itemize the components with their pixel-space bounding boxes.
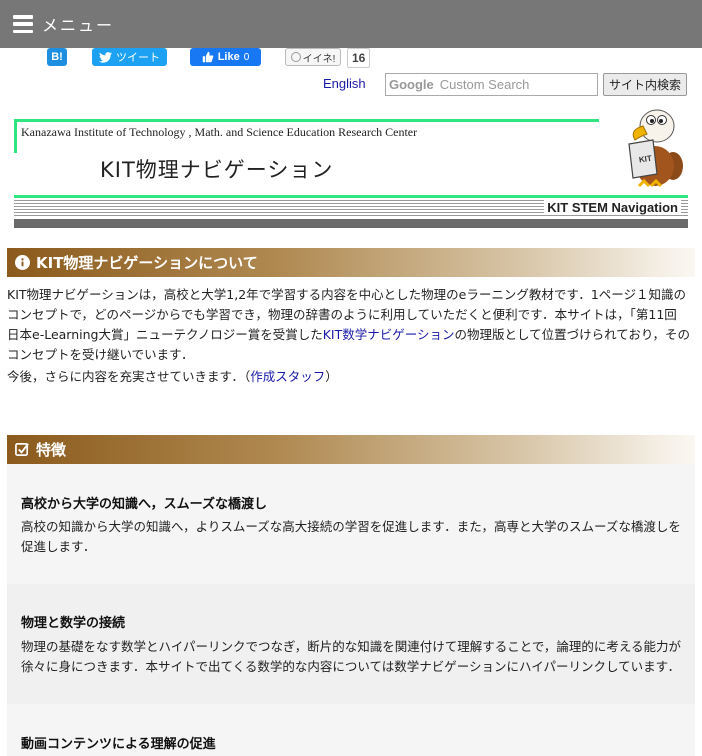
banner-top-line (14, 119, 599, 122)
feature-title: 物理と数学の接続 (21, 616, 126, 631)
staff-text-1: 今後，さらに内容を充実させていきます．（ (7, 369, 251, 384)
feature-title: 動画コンテンツによる理解の促進 (21, 737, 216, 752)
site-search-button[interactable]: サイト内検索 (603, 73, 687, 96)
eagle-mascot-icon: KIT (628, 109, 683, 188)
thumbs-up-icon (202, 51, 214, 63)
staff-paragraph: 今後，さらに内容を充実させていきます．（作成スタッフ） (7, 367, 691, 387)
hamburger-icon[interactable] (13, 15, 33, 33)
mixi-label: イイネ! (302, 53, 336, 65)
share-bar: B! ツイート Like 0 イイネ! 16 (0, 48, 702, 68)
feature-body: 物理の基礎をなす数学とハイパーリンクでつなぎ，断片的な知識を関連付けて理解するこ… (21, 639, 682, 674)
google-logo: Google (389, 77, 434, 92)
feature-body: 高校の知識から大学の知識へ，よりスムーズな高大接続の学習を促進します．また，高専… (21, 519, 681, 554)
checkbox-icon (15, 442, 30, 457)
about-section-header: KIT物理ナビゲーションについて (7, 248, 695, 277)
feature-item: 高校から大学の知識へ，スムーズな橋渡し 高校の知識から大学の知識へ，よりスムーズ… (7, 464, 695, 584)
hatena-icon: B! (51, 51, 63, 63)
mixi-count: 16 (347, 48, 371, 68)
feature-item: 動画コンテンツによる理解の促進 (7, 704, 695, 756)
search-placeholder: Custom Search (439, 77, 530, 92)
tweet-label: ツイート (116, 52, 160, 64)
features-section-header: 特徴 (7, 435, 695, 464)
math-navigation-link[interactable]: KIT数学ナビゲーション (323, 327, 455, 342)
feature-item: 物理と数学の接続 物理の基礎をなす数学とハイパーリンクでつなぎ，断片的な知識を関… (7, 584, 695, 704)
mascot-book-text: KIT (638, 154, 652, 165)
search-input[interactable]: Google Custom Search (385, 73, 598, 96)
staff-link[interactable]: 作成スタッフ (250, 369, 325, 384)
site-title[interactable]: KIT物理ナビゲーション (100, 154, 333, 184)
banner-bottom-bar (14, 219, 688, 228)
tweet-button[interactable]: ツイート (92, 48, 167, 66)
about-paragraph: KIT物理ナビゲーションは，高校と大学1,2年で学習する内容を中心とした物理のe… (7, 285, 691, 365)
stem-navigation-label: KIT STEM Navigation (544, 200, 681, 215)
mixi-check-button[interactable]: イイネ! (285, 48, 341, 66)
hatena-bookmark-button[interactable]: B! (47, 48, 67, 66)
twitter-bird-icon (99, 51, 112, 63)
menu-bar[interactable]: メニュー (0, 0, 702, 48)
mixi-icon (290, 52, 301, 62)
info-icon (15, 255, 30, 270)
features-heading: 特徴 (36, 441, 67, 459)
banner-green-rule (14, 195, 688, 198)
facebook-like-button[interactable]: Like 0 (190, 48, 261, 66)
like-label: Like (217, 51, 240, 63)
staff-text-2: ） (325, 369, 338, 384)
english-link[interactable]: English (323, 76, 366, 91)
feature-title: 高校から大学の知識へ，スムーズな橋渡し (21, 497, 267, 512)
about-heading: KIT物理ナビゲーションについて (36, 254, 258, 272)
menu-label[interactable]: メニュー (42, 12, 114, 36)
site-banner[interactable]: Kanazawa Institute of Technology , Math.… (14, 109, 688, 230)
banner-accent-line (14, 119, 17, 153)
like-count: 0 (243, 51, 250, 63)
institute-name: Kanazawa Institute of Technology , Math.… (21, 125, 418, 139)
